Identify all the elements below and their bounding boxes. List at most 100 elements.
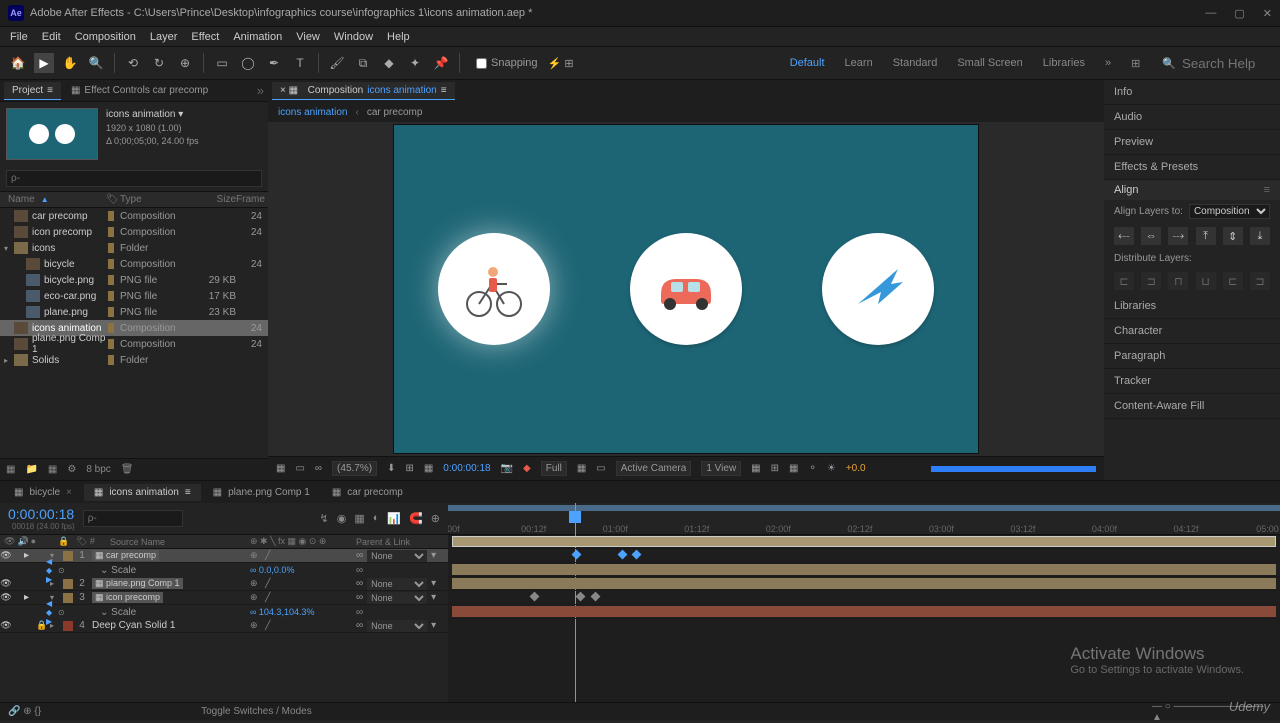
zoom-select[interactable]: (45.7%)	[332, 461, 377, 476]
keyframe-icon[interactable]	[590, 592, 600, 602]
exposure-icon[interactable]: ☀	[827, 463, 836, 474]
bpc-label[interactable]: 8 bpc	[86, 464, 110, 475]
workspace-standard[interactable]: Standard	[893, 57, 938, 69]
pen-tool[interactable]: ✒	[264, 53, 284, 73]
roto-tool[interactable]: ✦	[405, 53, 425, 73]
layer-bar[interactable]	[452, 564, 1276, 575]
composition-thumbnail[interactable]	[6, 108, 98, 160]
align-target-select[interactable]: Composition	[1189, 204, 1270, 219]
menu-edit[interactable]: Edit	[36, 29, 67, 45]
new-comp-icon[interactable]: ▦	[48, 464, 57, 475]
new-folder-icon[interactable]: 📁	[25, 464, 37, 475]
align-hcenter-icon[interactable]: ⇔	[1141, 227, 1161, 245]
clone-tool[interactable]: ⧉	[353, 53, 373, 73]
snapshot-icon[interactable]: 📷	[501, 463, 513, 474]
menu-help[interactable]: Help	[381, 29, 416, 45]
project-row[interactable]: plane.pngPNG file23 KB	[0, 304, 268, 320]
view-icon2[interactable]: ⊞	[771, 463, 779, 474]
panel-effects-presets[interactable]: Effects & Presets	[1104, 155, 1280, 180]
layer-bar[interactable]	[452, 536, 1276, 547]
tl-draft3d-icon[interactable]: ◉	[337, 512, 347, 525]
project-row[interactable]: ▸SolidsFolder	[0, 352, 268, 368]
keyframe-icon[interactable]	[530, 592, 540, 602]
panel-audio[interactable]: Audio	[1104, 105, 1280, 130]
timeline-search-input[interactable]	[83, 510, 183, 527]
timeline-property[interactable]: ◀ ◆ ▶⊙⌄ Scale∞ 0.0,0.0%∞	[0, 563, 448, 577]
panel-character[interactable]: Character	[1104, 319, 1280, 344]
timeline-tab-icons-animation[interactable]: ▦ icons animation ≡	[84, 484, 201, 501]
composition-tab[interactable]: × ▦ Composition icons animation ≡	[272, 82, 455, 100]
layer-bar[interactable]	[452, 606, 1276, 617]
timeline-layer[interactable]: 👁▸2▦ plane.png Comp 1⊕ ╱∞ None ▾	[0, 577, 448, 591]
panel-align-header[interactable]: Align≡	[1104, 180, 1280, 200]
project-row[interactable]: eco-car.pngPNG file17 KB	[0, 288, 268, 304]
timeline-timecode[interactable]: 0:00:00:18	[8, 506, 75, 522]
puppet-tool[interactable]: 📌	[431, 53, 451, 73]
anchor-tool[interactable]: ⊕	[175, 53, 195, 73]
workspace-smallscreen[interactable]: Small Screen	[957, 57, 1022, 69]
color-icon[interactable]: ◆	[523, 463, 531, 474]
res-down-icon[interactable]: ⬇	[387, 463, 395, 474]
settings-icon[interactable]: ⚙	[67, 464, 76, 475]
keyframe-icon[interactable]	[571, 550, 581, 560]
exposure-value[interactable]: +0.0	[846, 463, 866, 474]
tl-snap-icon[interactable]: 🧲	[409, 512, 423, 525]
project-tab[interactable]: Project ≡	[4, 82, 61, 100]
panel-caf[interactable]: Content-Aware Fill	[1104, 394, 1280, 419]
home-tool[interactable]: 🏠	[8, 53, 28, 73]
interpret-icon[interactable]: ▦	[6, 464, 15, 475]
align-vcenter-icon[interactable]: ⇕	[1223, 227, 1243, 245]
project-row[interactable]: bicycleComposition24	[0, 256, 268, 272]
workspace-overflow-icon[interactable]: »	[1105, 57, 1111, 69]
effect-controls-tab[interactable]: ▦ Effect Controls car precomp	[63, 82, 216, 99]
keyframe-icon[interactable]	[617, 550, 627, 560]
project-row[interactable]: plane.png Comp 1Composition24	[0, 336, 268, 352]
zoom-tool[interactable]: 🔍	[86, 53, 106, 73]
orbit-tool[interactable]: ⟲	[123, 53, 143, 73]
panel-preview[interactable]: Preview	[1104, 130, 1280, 155]
tl-markers-icon[interactable]: ⊕	[431, 512, 440, 525]
timeline-tab-plane-comp[interactable]: ▦ plane.png Comp 1	[203, 484, 320, 501]
align-right-icon[interactable]: ⤏	[1168, 227, 1188, 245]
align-bottom-icon[interactable]: ⤓	[1250, 227, 1270, 245]
menu-effect[interactable]: Effect	[185, 29, 225, 45]
mask-icon[interactable]: ∞	[315, 463, 322, 474]
rotation-tool[interactable]: ↻	[149, 53, 169, 73]
tl-motionblur-icon[interactable]: ◐	[373, 512, 380, 525]
search-help-input[interactable]	[1182, 56, 1272, 71]
timeline-ruler[interactable]: :00f00:12f01:00f01:12f02:00f02:12f03:00f…	[448, 503, 1280, 535]
tl-frameblend-icon[interactable]: ▦	[354, 512, 364, 525]
tl-graph-icon[interactable]: 📊	[387, 512, 401, 525]
crumb-item[interactable]: car precomp	[367, 107, 423, 118]
menu-window[interactable]: Window	[328, 29, 379, 45]
transparency-icon[interactable]: ▦	[577, 463, 586, 474]
trash-icon[interactable]: 🗑	[121, 464, 134, 475]
timeline-tab-bicycle[interactable]: ▦ bicycle ×	[4, 484, 82, 501]
timeline-layer[interactable]: 👁▸▾3▦ icon precomp⊕ ╱∞ None ▾	[0, 591, 448, 605]
resolution-select[interactable]: Full	[541, 461, 567, 476]
workspace-default[interactable]: Default	[790, 57, 825, 69]
camera-select[interactable]: Active Camera	[616, 461, 692, 476]
panel-paragraph[interactable]: Paragraph	[1104, 344, 1280, 369]
tl-shy-icon[interactable]: ↯	[319, 512, 328, 525]
keyframe-icon[interactable]	[576, 592, 586, 602]
view-icon1[interactable]: ▦	[751, 463, 760, 474]
composition-viewer[interactable]	[268, 122, 1104, 456]
panel-tracker[interactable]: Tracker	[1104, 369, 1280, 394]
align-left-icon[interactable]: ⤎	[1114, 227, 1134, 245]
ellipse-tool[interactable]: ◯	[238, 53, 258, 73]
project-row[interactable]: ▾iconsFolder	[0, 240, 268, 256]
project-row[interactable]: icon precompComposition24	[0, 224, 268, 240]
brush-tool[interactable]: 🖌	[327, 53, 347, 73]
project-row[interactable]: bicycle.pngPNG file29 KB	[0, 272, 268, 288]
view-select[interactable]: 1 View	[701, 461, 741, 476]
timeline-property[interactable]: ◀ ◆ ▶⊙⌄ Scale∞ 104.3,104.3%∞	[0, 605, 448, 619]
timeline-tab-car-precomp[interactable]: ▦ car precomp	[322, 484, 413, 501]
type-tool[interactable]: T	[290, 53, 310, 73]
project-search-input[interactable]	[6, 170, 262, 187]
menu-layer[interactable]: Layer	[144, 29, 184, 45]
alpha-icon[interactable]: ▦	[276, 463, 285, 474]
grid-icon[interactable]: ⊞	[405, 463, 413, 474]
workspace-reset-icon[interactable]: ⊞	[1131, 57, 1140, 70]
panel-overflow-icon[interactable]: »	[257, 83, 264, 98]
